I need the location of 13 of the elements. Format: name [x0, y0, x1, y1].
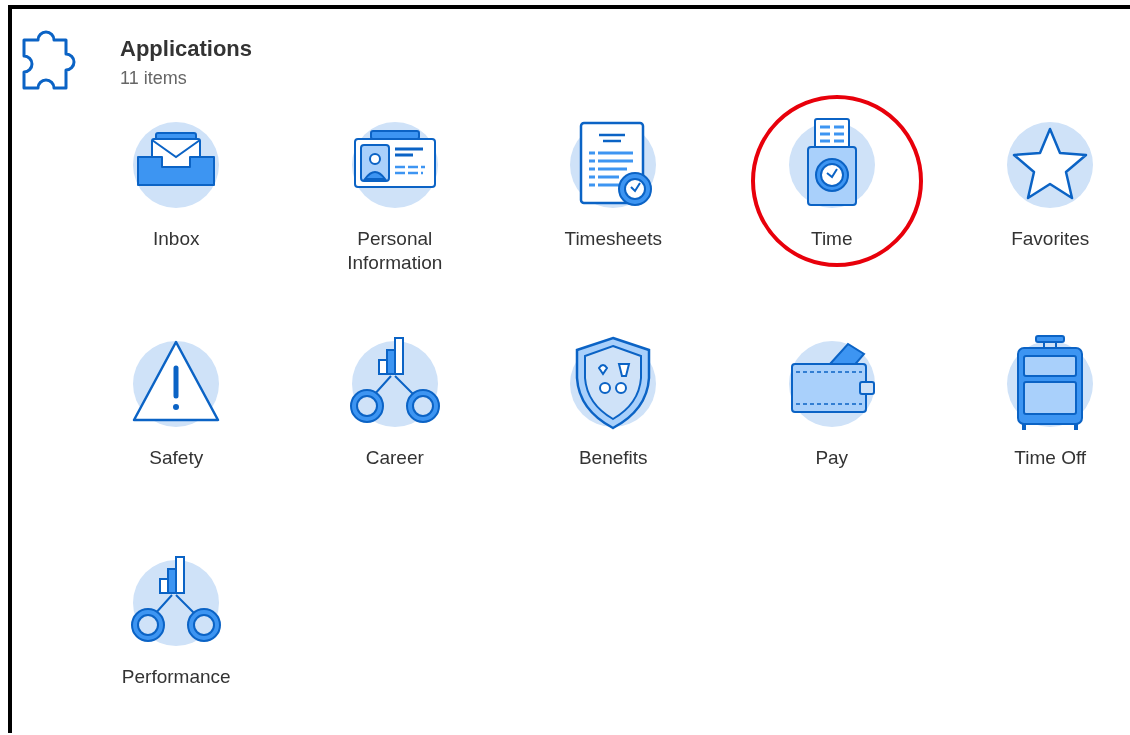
app-tile[interactable]: Performance [121, 553, 231, 689]
app-tile[interactable]: Timesheets [563, 115, 664, 251]
app-tile[interactable]: Benefits [563, 334, 664, 470]
app-tile[interactable]: Pay [781, 334, 882, 470]
app-tile[interactable]: Favorites [1000, 115, 1101, 251]
app-tile[interactable]: Safety [126, 334, 227, 470]
page-title: Applications [120, 35, 252, 63]
app-tile[interactable]: Time Off [1000, 334, 1101, 470]
app-tile[interactable]: Time [781, 115, 882, 251]
app-tile[interactable]: Career [344, 334, 445, 470]
item-count: 11 items [120, 67, 188, 90]
app-tile[interactable]: Personal Information [329, 115, 460, 275]
app-tile[interactable]: Inbox [126, 115, 227, 251]
